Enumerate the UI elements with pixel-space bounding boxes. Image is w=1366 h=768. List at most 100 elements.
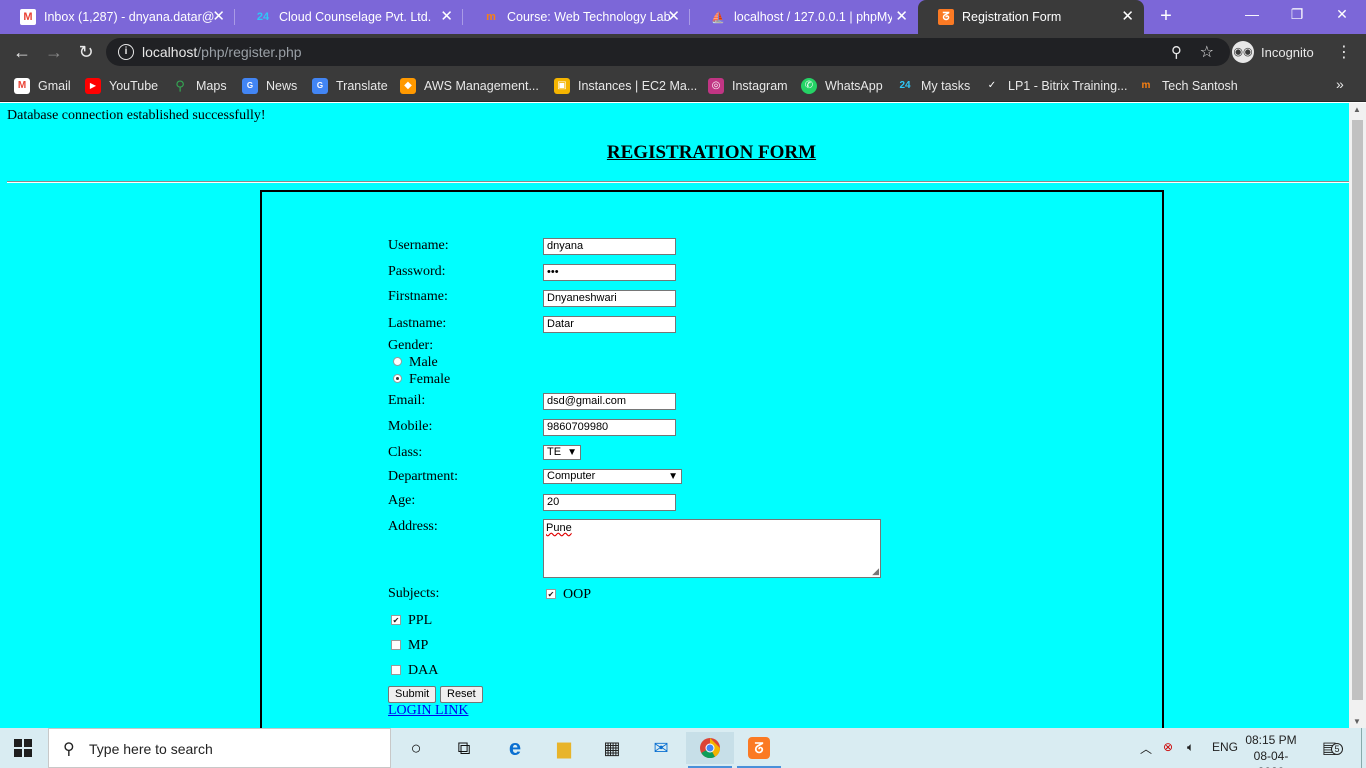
phpmyadmin-icon: ⛵ [711, 11, 725, 24]
bookmark-lp1-bitrix[interactable]: ✓ LP1 - Bitrix Training... [984, 76, 1128, 96]
news-icon: G [242, 78, 258, 94]
bookmark-label: Translate [336, 79, 388, 93]
close-tab-icon[interactable]: ✕ [1121, 9, 1134, 25]
chrome-icon[interactable] [686, 732, 734, 768]
gender-female-label: Female [409, 372, 451, 387]
bookmark-translate[interactable]: G Translate [312, 76, 388, 96]
minimize-button[interactable]: — [1237, 6, 1267, 22]
mobile-input[interactable]: 9860709980 [543, 419, 676, 436]
subject-mp-checkbox[interactable] [391, 640, 401, 650]
tab-web-technology-lab[interactable]: m Course: Web Technology Lab ✕ [463, 0, 690, 34]
close-tab-icon[interactable]: ✕ [667, 9, 680, 25]
reload-icon[interactable]: ↻ [74, 40, 98, 64]
age-input[interactable]: 20 [543, 494, 676, 511]
network-warning-icon[interactable]: ⊗ [1163, 740, 1173, 754]
bookmark-gmail[interactable]: M Gmail [14, 76, 71, 96]
close-tab-icon[interactable]: ✕ [895, 9, 908, 25]
menu-kebab-icon[interactable]: ⋮ [1336, 42, 1352, 62]
info-icon[interactable]: i [118, 44, 134, 60]
search-icon: ⚲ [63, 741, 75, 758]
task-view-icon[interactable]: ⧉ [440, 732, 488, 764]
show-hidden-icons-chevron[interactable]: ︿ [1140, 740, 1152, 757]
bookmarks-overflow-icon[interactable]: » [1336, 76, 1344, 92]
email-input[interactable]: dsd@gmail.com [543, 393, 676, 410]
forward-arrow-icon[interactable]: → [42, 40, 66, 64]
cortana-icon[interactable]: ○ [392, 732, 440, 764]
scroll-down-icon[interactable]: ▼ [1353, 717, 1361, 726]
subject-daa-checkbox[interactable] [391, 665, 401, 675]
address-bar[interactable]: i localhost/php/register.php ⚲ ☆ [106, 38, 1230, 66]
tab-title: Registration Form [962, 10, 1062, 24]
lastname-label: Lastname: [388, 316, 447, 331]
taskbar-search-box[interactable]: ⚲ Type here to search [48, 728, 391, 768]
resize-grip-icon[interactable]: ◢ [872, 566, 879, 577]
mail-icon[interactable]: ✉ [637, 732, 685, 764]
scrollbar-thumb[interactable] [1352, 120, 1363, 700]
password-input[interactable]: ••• [543, 264, 676, 281]
bookmark-my-tasks[interactable]: 24 My tasks [897, 76, 970, 96]
subject-ppl-checkbox[interactable]: ✔ [391, 615, 401, 625]
subject-mp-label: MP [408, 638, 429, 653]
bookmark-tech-santosh[interactable]: m Tech Santosh [1138, 76, 1238, 96]
close-window-button[interactable]: ✕ [1327, 6, 1357, 23]
lastname-input[interactable]: Datar [543, 316, 676, 333]
tab-cloud-counselage[interactable]: 24 Cloud Counselage Pvt. Ltd. ✕ [235, 0, 463, 34]
close-tab-icon[interactable]: ✕ [212, 9, 225, 25]
scroll-up-icon[interactable]: ▲ [1353, 105, 1361, 114]
tab-phpmyadmin[interactable]: ⛵ localhost / 127.0.0.1 | phpMyAd ✕ [690, 0, 918, 34]
gender-female-radio[interactable] [393, 374, 402, 383]
incognito-profile[interactable]: ◉◉ Incognito [1232, 38, 1314, 66]
bookmark-youtube[interactable]: ▶ YouTube [85, 76, 158, 96]
address-textarea[interactable]: Pune ◢ [543, 519, 881, 578]
new-tab-button[interactable]: + [1155, 5, 1177, 28]
restore-button[interactable]: ❐ [1282, 6, 1312, 23]
notification-center-icon[interactable]: ▤ 5 [1322, 738, 1343, 758]
language-indicator[interactable]: ENG [1212, 740, 1238, 754]
url-path: /php/register.php [197, 44, 302, 60]
clock-date: 08-04-2020 [1253, 749, 1289, 768]
department-select[interactable]: Computer ▼ [543, 469, 682, 484]
username-input[interactable]: dnyana [543, 238, 676, 255]
zoom-icon[interactable]: ⚲ [1171, 43, 1182, 61]
bookmark-whatsapp[interactable]: ✆ WhatsApp [801, 76, 883, 96]
gender-male-radio[interactable] [393, 357, 402, 366]
youtube-icon: ▶ [85, 78, 101, 94]
bookmark-label: Tech Santosh [1162, 79, 1238, 93]
system-clock[interactable]: 08:15 PM 08-04-2020 [1245, 732, 1297, 768]
firstname-label: Firstname: [388, 289, 448, 304]
tab-gmail-inbox[interactable]: M Inbox (1,287) - dnyana.datar@ ✕ [0, 0, 235, 34]
xampp-icon[interactable]: ᘔ [735, 732, 783, 768]
tab-title: Course: Web Technology Lab [507, 10, 671, 24]
login-link[interactable]: LOGIN LINK [388, 703, 468, 719]
bookmark-star-icon[interactable]: ☆ [1200, 42, 1214, 62]
close-tab-icon[interactable]: ✕ [440, 9, 453, 25]
maps-pin-icon: ⚲ [175, 78, 185, 93]
back-arrow-icon[interactable]: ← [10, 40, 34, 64]
bookmark-maps[interactable]: ⚲ Maps [172, 76, 226, 96]
ec2-box-icon: ▣ [554, 78, 570, 94]
class-select[interactable]: TE ▼ [543, 445, 581, 460]
reset-button[interactable]: Reset [440, 686, 483, 703]
url-host: localhost [142, 44, 198, 60]
show-desktop-button[interactable] [1361, 728, 1362, 768]
dropdown-arrow-icon: ▼ [668, 471, 678, 482]
bookmark-news[interactable]: G News [242, 76, 297, 96]
firstname-input[interactable]: Dnyaneshwari [543, 290, 676, 307]
bookmark-label: Instances | EC2 Ma... [578, 79, 698, 93]
file-explorer-icon[interactable]: ▆ [540, 732, 588, 764]
checkmark-icon: ✓ [987, 80, 997, 91]
edge-icon[interactable]: e [491, 732, 539, 764]
speaker-icon[interactable]: 🔈︎ [1187, 740, 1194, 755]
windows-start-icon[interactable] [14, 739, 32, 757]
subject-oop-label: OOP [563, 587, 592, 602]
chrome-logo [700, 738, 721, 759]
subject-oop-checkbox[interactable]: ✔ [546, 589, 556, 599]
url-text[interactable]: localhost/php/register.php [142, 44, 302, 60]
store-icon[interactable]: ▦ [588, 732, 636, 764]
tab-registration-form[interactable]: ᘔ Registration Form ✕ [918, 0, 1144, 34]
bookmark-instagram[interactable]: ◎ Instagram [708, 76, 788, 96]
page-scrollbar[interactable]: ▲ ▼ [1349, 103, 1366, 728]
bookmark-aws[interactable]: ◆ AWS Management... [400, 76, 539, 96]
submit-button[interactable]: Submit [388, 686, 437, 703]
bookmark-ec2[interactable]: ▣ Instances | EC2 Ma... [554, 76, 697, 96]
